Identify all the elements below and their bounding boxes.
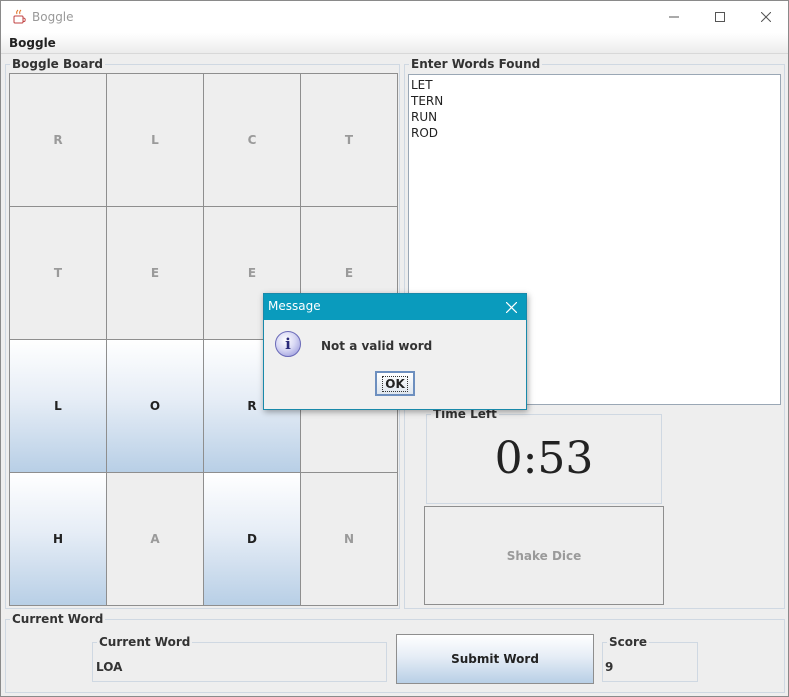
current-word-field-title: Current Word: [97, 634, 193, 650]
ok-button-label: OK: [382, 375, 408, 392]
close-button[interactable]: [743, 1, 789, 33]
board-cell[interactable]: L: [9, 339, 107, 473]
score-value: 9: [605, 660, 614, 674]
close-icon: [505, 301, 517, 313]
board-cell[interactable]: D: [203, 472, 301, 606]
board-cell[interactable]: O: [106, 339, 204, 473]
score-title: Score: [607, 634, 650, 650]
menu-boggle[interactable]: Boggle: [9, 36, 56, 50]
dialog-title-bar: Message: [264, 294, 526, 320]
submit-word-button[interactable]: Submit Word: [396, 634, 594, 684]
current-word-section-title: Current Word: [10, 611, 106, 627]
minimize-button[interactable]: [651, 1, 697, 33]
message-dialog: Message i Not a valid word OK: [263, 293, 527, 410]
maximize-button[interactable]: [697, 1, 743, 33]
dialog-title: Message: [268, 299, 321, 313]
board-cell[interactable]: N: [300, 472, 398, 606]
found-word: LET: [411, 78, 433, 92]
found-word: ROD: [411, 126, 439, 140]
boggle-board-title: Boggle Board: [10, 56, 105, 72]
dialog-message: Not a valid word: [321, 339, 433, 353]
current-word-value: LOA: [96, 660, 123, 674]
board-cell[interactable]: E: [106, 206, 204, 340]
shake-dice-button[interactable]: Shake Dice: [424, 506, 664, 605]
maximize-icon: [715, 12, 725, 22]
menu-bar: Boggle: [1, 33, 788, 54]
found-word: RUN: [411, 110, 438, 124]
time-left-panel: Time Left 0:53: [426, 406, 662, 504]
minimize-icon: [669, 16, 679, 18]
close-icon: [761, 12, 771, 22]
board-cell[interactable]: A: [106, 472, 204, 606]
score-field: Score 9: [602, 634, 698, 682]
board-cell[interactable]: T: [300, 73, 398, 207]
java-icon: [13, 9, 26, 24]
board-cell[interactable]: C: [203, 73, 301, 207]
dialog-close-button[interactable]: [500, 296, 522, 318]
time-left-value: 0:53: [494, 433, 594, 484]
words-found-title: Enter Words Found: [409, 56, 543, 72]
current-word-field: Current Word LOA: [92, 634, 387, 682]
ok-button[interactable]: OK: [375, 371, 415, 396]
found-word: TERN: [411, 94, 444, 108]
board-cell[interactable]: T: [9, 206, 107, 340]
window-title: Boggle: [32, 10, 74, 24]
board-cell[interactable]: L: [106, 73, 204, 207]
board-cell[interactable]: R: [9, 73, 107, 207]
boggle-window: Boggle Boggle Boggle Board RLCTTEEELORHA…: [0, 0, 789, 697]
title-bar: Boggle: [1, 1, 788, 33]
board-cell[interactable]: H: [9, 472, 107, 606]
info-icon: i: [275, 331, 301, 357]
